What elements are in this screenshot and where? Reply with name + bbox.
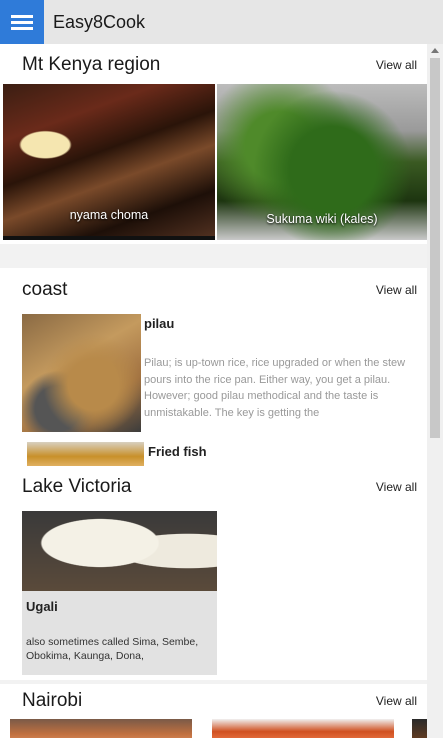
section-title: coast	[22, 279, 68, 300]
recipe-image-ugali[interactable]	[22, 511, 217, 591]
section-lake-victoria: Lake Victoria View all Ugali also someti…	[0, 466, 427, 680]
view-all-link[interactable]: View all	[376, 58, 417, 72]
section-title: Nairobi	[22, 690, 83, 711]
recipe-image-fried-fish[interactable]	[27, 442, 144, 466]
view-all-link[interactable]: View all	[376, 694, 417, 708]
recipe-description: Pilau; is up-town rice, rice upgraded or…	[144, 357, 406, 419]
section-mt-kenya: Mt Kenya region View all nyama choma Suk…	[0, 44, 427, 244]
scroll-up-arrow-icon[interactable]	[431, 48, 439, 53]
scrollbar[interactable]	[427, 44, 443, 738]
recipe-tile[interactable]	[212, 719, 394, 738]
view-all-link[interactable]: View all	[376, 283, 417, 297]
recipe-description: also sometimes called Sima, Sembe, Oboki…	[26, 636, 199, 662]
recipe-image-pilau[interactable]	[22, 314, 141, 432]
recipe-name: Ugali	[26, 599, 58, 614]
section-title: Lake Victoria	[22, 476, 132, 497]
recipe-name[interactable]: pilau	[144, 316, 174, 331]
recipe-tile-sukuma-wiki[interactable]: Sukuma wiki (kales)	[217, 84, 427, 240]
recipe-card-ugali[interactable]: Ugali also sometimes called Sima, Sembe,…	[22, 591, 217, 675]
recipe-tile-nyama-choma[interactable]: nyama choma	[3, 84, 215, 240]
scroll-thumb[interactable]	[430, 58, 440, 438]
recipe-caption: nyama choma	[69, 208, 149, 222]
recipe-tile[interactable]	[10, 719, 192, 738]
section-title: Mt Kenya region	[22, 54, 161, 75]
section-nairobi: Nairobi View all	[0, 684, 427, 738]
app-title: Easy8Cook	[53, 12, 146, 32]
recipe-tile[interactable]	[412, 719, 427, 738]
content-area[interactable]: Mt Kenya region View all nyama choma Suk…	[0, 44, 427, 738]
recipe-name[interactable]: Fried fish	[148, 444, 207, 459]
section-coast: coast View all pilau Pilau; is up-town r…	[0, 268, 427, 466]
view-all-link[interactable]: View all	[376, 480, 417, 494]
title-bar: Easy8Cook	[0, 0, 443, 44]
hamburger-icon[interactable]	[0, 0, 44, 44]
recipe-caption: Sukuma wiki (kales)	[266, 212, 378, 226]
